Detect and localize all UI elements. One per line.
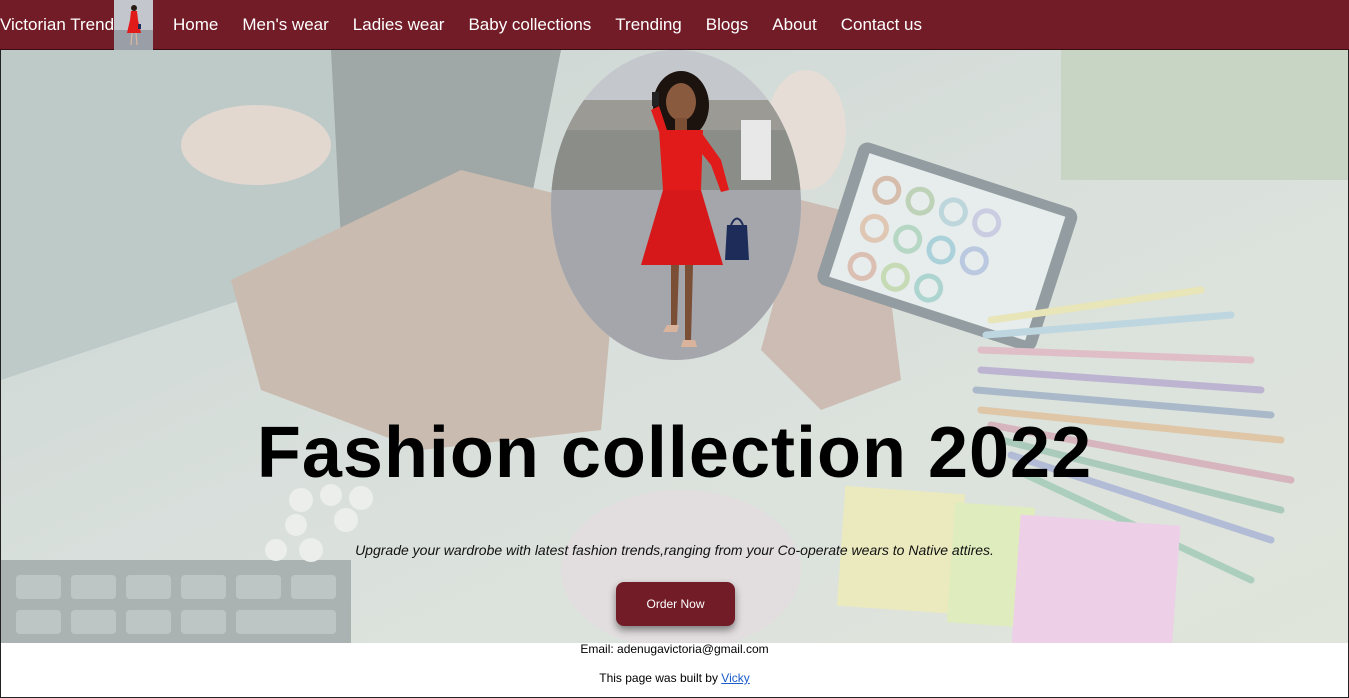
- page: Victorian Trend Home Men's wear Ladies w…: [0, 0, 1349, 698]
- author-link[interactable]: Vicky: [721, 671, 749, 685]
- nav-ladies-wear[interactable]: Ladies wear: [353, 15, 445, 35]
- nav-contact-us[interactable]: Contact us: [841, 15, 922, 35]
- model-portrait-image: [551, 50, 801, 360]
- hero-section: Fashion collection 2022 Upgrade your war…: [0, 50, 1349, 643]
- hero-subtitle: Upgrade your wardrobe with latest fashio…: [355, 542, 994, 558]
- nav-trending[interactable]: Trending: [615, 15, 681, 35]
- nav-mens-wear[interactable]: Men's wear: [242, 15, 328, 35]
- order-now-button[interactable]: Order Now: [616, 582, 735, 626]
- nav-blogs[interactable]: Blogs: [706, 15, 749, 35]
- footer-credit: This page was built by Vicky: [1, 670, 1348, 686]
- footer-email: Email: adenugavictoria@gmail.com: [580, 642, 769, 656]
- footer: Email: adenugavictoria@gmail.com This pa…: [0, 642, 1349, 698]
- navbar: Victorian Trend Home Men's wear Ladies w…: [0, 0, 1349, 50]
- footer-credit-text: This page was built by: [599, 671, 722, 685]
- woman-in-red-dress-image: [551, 50, 801, 360]
- nav-menu: Home Men's wear Ladies wear Baby collect…: [173, 15, 946, 35]
- nav-about[interactable]: About: [772, 15, 816, 35]
- woman-in-red-dress-thumbnail: [114, 0, 154, 50]
- nav-home[interactable]: Home: [173, 15, 218, 35]
- brand-name[interactable]: Victorian Trend: [0, 15, 114, 35]
- brand-logo-image[interactable]: [114, 0, 154, 50]
- nav-baby-collections[interactable]: Baby collections: [468, 15, 591, 35]
- hero-title: Fashion collection 2022: [256, 413, 1093, 493]
